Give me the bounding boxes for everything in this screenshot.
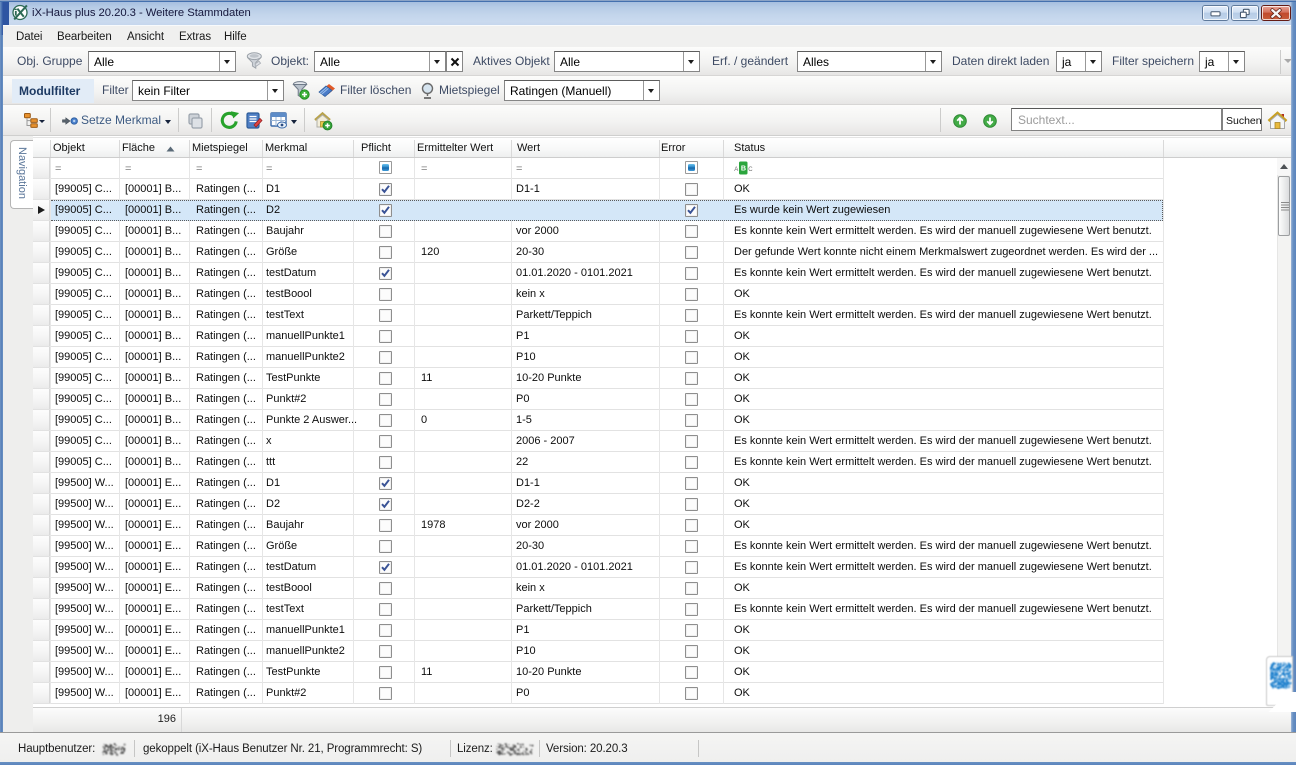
svg-text:B: B: [741, 164, 746, 173]
svg-text:A: A: [734, 167, 738, 173]
svg-text:C: C: [748, 167, 753, 173]
